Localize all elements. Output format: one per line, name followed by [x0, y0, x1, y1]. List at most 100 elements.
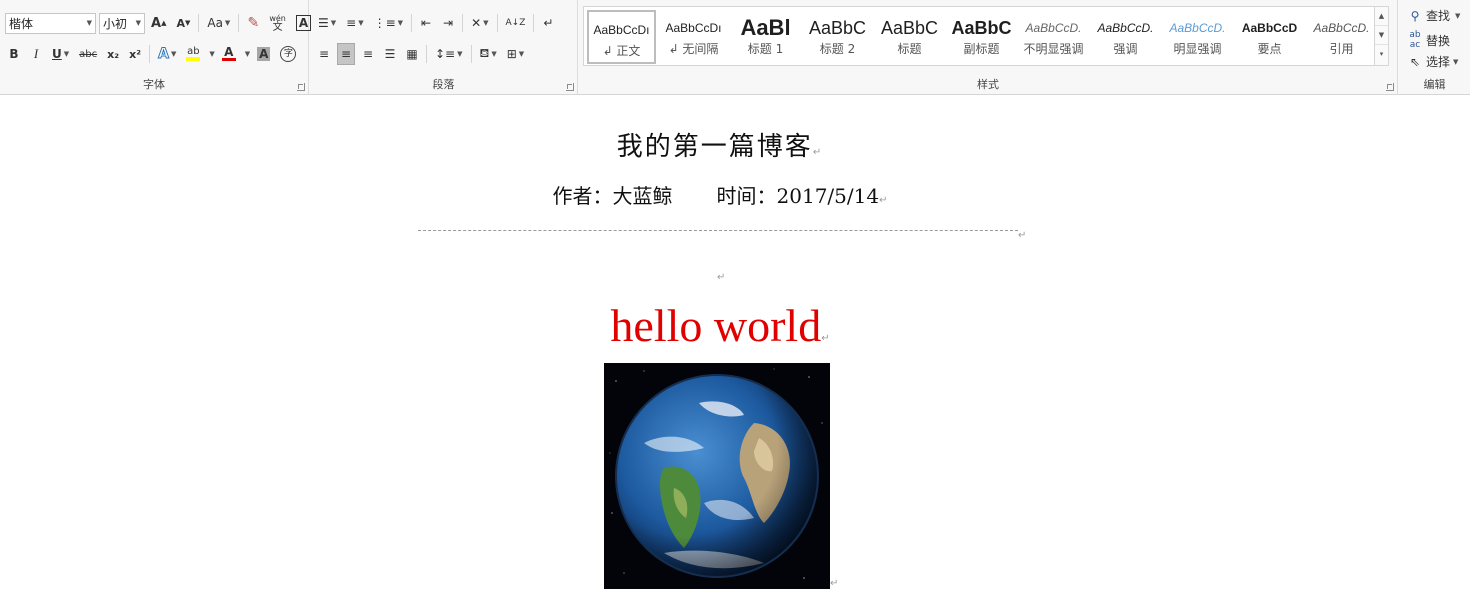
divider: [238, 14, 240, 32]
style-normal[interactable]: AaBbCcDı ↲ 正文: [587, 10, 656, 64]
numbering-button[interactable]: ≡ ▼: [343, 12, 366, 34]
strikethrough-icon: abc: [79, 48, 98, 60]
decrease-indent-button[interactable]: ⇤: [417, 12, 435, 34]
paragraph-mark-icon: ↵: [1018, 230, 1027, 241]
style-strong[interactable]: AaBbCcD 要点: [1235, 10, 1304, 64]
bullets-icon: ☰: [318, 16, 329, 30]
paragraph-dialog-launcher[interactable]: [566, 83, 574, 91]
search-icon: ⚲: [1410, 8, 1420, 23]
style-quote[interactable]: AaBbCcD. 引用: [1307, 10, 1376, 64]
document-meta-line[interactable]: 作者：大蓝鲸 时间：2017/5/14↵: [0, 180, 1440, 209]
enclose-characters-icon: 字: [280, 46, 297, 62]
chevron-down-icon[interactable]: ▼: [245, 50, 250, 58]
paint-bucket-icon: ⛾: [479, 46, 490, 60]
shrink-font-icon: A: [176, 16, 185, 30]
earth-globe-icon: [609, 368, 823, 579]
numbering-icon: ≡: [346, 16, 357, 30]
subscript-icon: x₂: [107, 47, 120, 61]
chevron-down-icon[interactable]: ▼: [209, 50, 214, 58]
align-left-button[interactable]: ≡: [315, 43, 333, 65]
increase-indent-icon: ⇥: [443, 16, 454, 30]
font-color-icon: A: [224, 45, 234, 59]
paragraph-mark-icon: ↵: [830, 578, 839, 589]
shading-button[interactable]: ⛾ ▼: [477, 43, 500, 65]
font-color-button[interactable]: A: [219, 43, 239, 65]
align-left-icon: ≡: [318, 47, 330, 61]
style-no-spacing[interactable]: AaBbCcDı ↲ 无间隔: [659, 10, 728, 64]
paragraph-mark-icon: ↵: [717, 272, 726, 283]
bold-icon: B: [9, 47, 19, 61]
style-heading-1[interactable]: AaBl 标题 1: [731, 10, 800, 64]
replace-button[interactable]: ab ac 替换: [1407, 30, 1450, 50]
style-sample: AaBbCcDı: [665, 21, 722, 35]
style-intense-emphasis[interactable]: AaBbCcD. 明显强调: [1163, 10, 1232, 64]
divider: [411, 14, 413, 32]
borders-button[interactable]: ⊞ ▼: [504, 43, 527, 65]
scroll-up-icon[interactable]: ▲: [1375, 7, 1388, 26]
grow-font-button[interactable]: A ▲: [148, 12, 169, 34]
sort-button[interactable]: A↓Z: [503, 12, 529, 34]
change-case-button[interactable]: Aa ▼: [204, 12, 233, 34]
font-dialog-launcher[interactable]: [297, 83, 305, 91]
bullets-button[interactable]: ☰ ▼: [315, 12, 339, 34]
character-shading-icon: A: [257, 47, 271, 61]
earth-image[interactable]: [604, 363, 830, 589]
find-button[interactable]: ⚲ 查找 ▼: [1407, 7, 1461, 24]
style-name: 标题 1: [747, 42, 784, 56]
style-subtle-emphasis[interactable]: AaBbCcD. 不明显强调: [1019, 10, 1088, 64]
underline-button[interactable]: U ▼: [49, 43, 72, 65]
align-center-button[interactable]: ≡: [337, 43, 355, 65]
justify-button[interactable]: ☰: [381, 43, 399, 65]
character-shading-button[interactable]: A: [254, 43, 273, 65]
styles-dialog-launcher[interactable]: [1386, 83, 1394, 91]
style-sample: AaBbCcD: [1241, 21, 1298, 35]
increase-indent-button[interactable]: ⇥: [439, 12, 457, 34]
text-effects-button[interactable]: A ▼: [155, 43, 179, 65]
gallery-more-icon[interactable]: ▾: [1375, 45, 1388, 64]
distributed-button[interactable]: ▦: [403, 43, 421, 65]
subscript-button[interactable]: x₂: [104, 43, 122, 65]
scroll-down-icon[interactable]: ▼: [1375, 26, 1388, 45]
justify-icon: ☰: [384, 47, 396, 61]
divider: [496, 14, 498, 32]
author-text: 作者：大蓝鲸: [552, 184, 673, 208]
title-text: 我的第一篇博客: [616, 132, 813, 162]
document-title[interactable]: 我的第一篇博客↵: [0, 126, 1440, 163]
hello-world-heading[interactable]: hello world↵: [0, 299, 1440, 352]
character-border-icon: A: [295, 15, 312, 31]
hello-text: hello world: [610, 300, 822, 351]
italic-button[interactable]: I: [27, 43, 45, 65]
superscript-button[interactable]: x²: [126, 43, 144, 65]
strikethrough-button[interactable]: abc: [76, 43, 100, 65]
chevron-down-icon: ▼: [86, 19, 92, 27]
select-button[interactable]: ⇖ 选择 ▼: [1407, 53, 1458, 70]
replace-icon: ab ac: [1409, 30, 1421, 50]
style-subtitle[interactable]: AaBbC 副标题: [947, 10, 1016, 64]
enclose-characters-button[interactable]: 字: [277, 43, 299, 65]
multilevel-list-button[interactable]: ⋮≡ ▼: [371, 12, 406, 34]
replace-label: 替换: [1426, 33, 1451, 48]
font-row-2: B I U ▼ abc x₂ x² A ▼ ab ▼ A ▼ A 字: [5, 42, 303, 66]
style-heading-2[interactable]: AaBbC 标题 2: [803, 10, 872, 64]
font-name-combo[interactable]: 楷体 ▼: [5, 12, 96, 34]
align-right-button[interactable]: ≡: [359, 43, 377, 65]
shrink-font-button[interactable]: A ▼: [173, 12, 193, 34]
italic-icon: I: [33, 46, 39, 61]
line-spacing-icon: ↕≡: [435, 47, 456, 61]
document-page[interactable]: 我的第一篇博客↵ 作者：大蓝鲸 时间：2017/5/14↵ ↵ ↵ hello w…: [0, 96, 1470, 597]
font-size-combo[interactable]: 小初 ▼: [99, 12, 145, 34]
font-row-1: 楷体 ▼ 小初 ▼ A ▲ A ▼ Aa ▼ ✎ wén 文 A: [5, 11, 318, 35]
phonetic-guide-button[interactable]: wén 文: [266, 12, 289, 34]
bold-button[interactable]: B: [5, 43, 23, 65]
chinese-layout-button[interactable]: ✕ ▼: [468, 12, 491, 34]
cursor-arrow-icon: ⇖: [1409, 54, 1421, 69]
line-spacing-button[interactable]: ↕≡ ▼: [432, 43, 466, 65]
font-color-bar: [221, 58, 236, 61]
style-emphasis[interactable]: AaBbCcD. 强调: [1091, 10, 1160, 64]
phonetic-guide-bottom: 文: [272, 22, 283, 33]
divider: [426, 45, 427, 63]
style-title[interactable]: AaBbC 标题: [875, 10, 944, 64]
show-marks-button[interactable]: ↵: [539, 12, 557, 34]
clear-formatting-button[interactable]: ✎: [244, 12, 262, 34]
highlight-color-button[interactable]: ab: [183, 43, 203, 65]
